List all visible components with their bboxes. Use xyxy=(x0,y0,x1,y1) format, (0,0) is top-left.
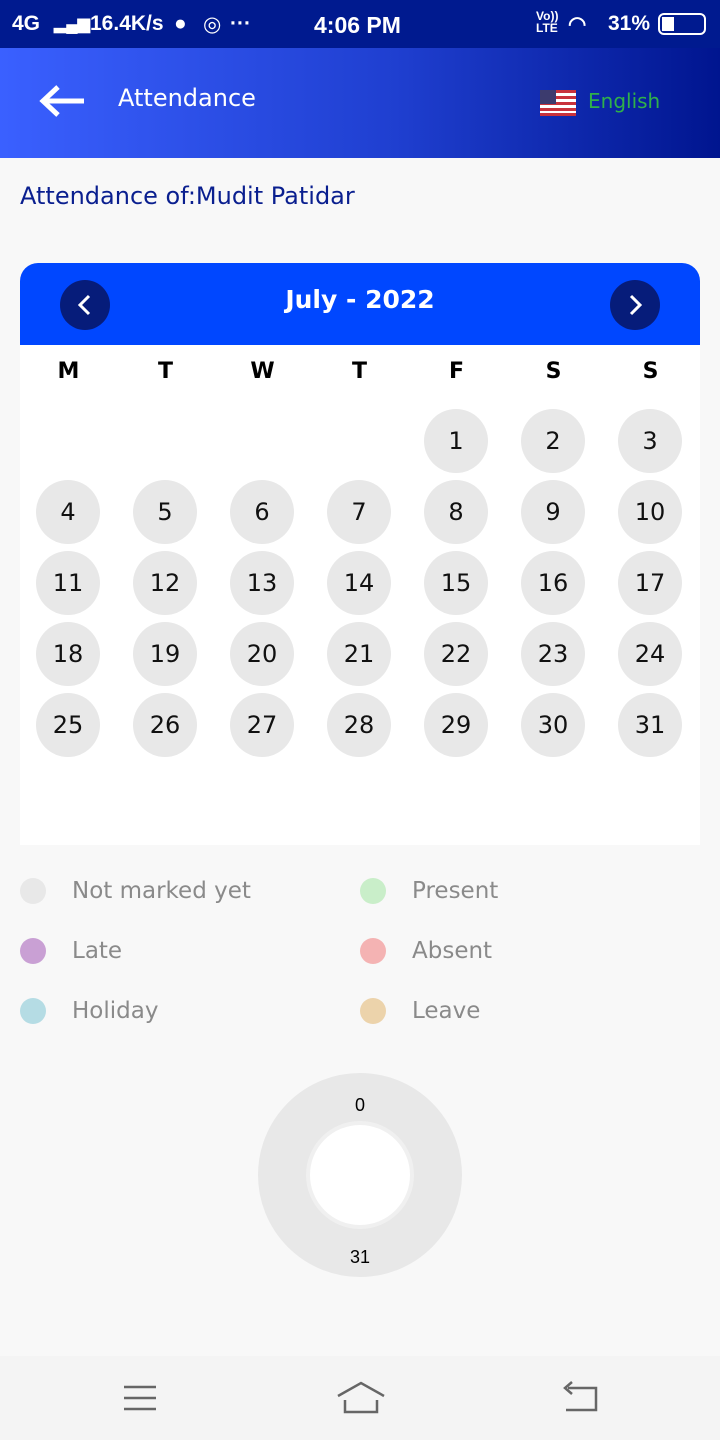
weekday-header: T xyxy=(157,359,173,384)
legend-label: Late xyxy=(72,938,123,964)
calendar-day[interactable]: 15 xyxy=(424,551,488,615)
calendar-day[interactable]: 2 xyxy=(521,409,585,473)
legend-label: Not marked yet xyxy=(72,878,251,904)
calendar-day[interactable]: 9 xyxy=(521,480,585,544)
app-bar: Attendance English xyxy=(0,48,720,158)
status-bar: 4G ▂▄▆ 16.4K/s ● ◎ ··· 4:06 PM Vo)) LTE … xyxy=(0,0,720,48)
legend-item: Leave xyxy=(360,998,480,1024)
weekday-header: T xyxy=(351,359,367,384)
back-nav-icon[interactable] xyxy=(560,1380,600,1414)
legend-item: Present xyxy=(360,878,498,904)
calendar-day[interactable]: 27 xyxy=(230,693,294,757)
calendar-day[interactable]: 29 xyxy=(424,693,488,757)
home-icon[interactable] xyxy=(336,1380,386,1414)
attendance-subtitle: Attendance of:Mudit Patidar xyxy=(20,182,355,210)
back-arrow-icon[interactable] xyxy=(38,84,86,118)
legend-item: Late xyxy=(20,938,122,964)
calendar-day[interactable]: 22 xyxy=(424,622,488,686)
language-selector[interactable]: English xyxy=(588,89,660,113)
system-nav-bar xyxy=(0,1356,720,1440)
calendar-day[interactable]: 7 xyxy=(327,480,391,544)
calendar-day[interactable]: 11 xyxy=(36,551,100,615)
calendar-day[interactable]: 25 xyxy=(36,693,100,757)
legend-dot xyxy=(360,998,386,1024)
battery-level: 31% xyxy=(608,12,651,35)
calendar-day[interactable]: 17 xyxy=(618,551,682,615)
network-type: 4G xyxy=(12,12,41,35)
calendar-day[interactable]: 28 xyxy=(327,693,391,757)
legend-item: Not marked yet xyxy=(20,878,251,904)
chevron-right-icon xyxy=(629,294,643,316)
calendar-day[interactable]: 20 xyxy=(230,622,294,686)
calendar-day[interactable]: 1 xyxy=(424,409,488,473)
calendar-day[interactable]: 26 xyxy=(133,693,197,757)
calendar-day[interactable]: 18 xyxy=(36,622,100,686)
menu-icon[interactable] xyxy=(122,1384,158,1412)
calendar-day[interactable]: 23 xyxy=(521,622,585,686)
page-title: Attendance xyxy=(118,84,256,112)
donut-label-bottom: 31 xyxy=(349,1247,371,1267)
calendar-day[interactable]: 30 xyxy=(521,693,585,757)
calendar-day[interactable]: 13 xyxy=(230,551,294,615)
calendar-day[interactable]: 12 xyxy=(133,551,197,615)
calendar-day[interactable]: 24 xyxy=(618,622,682,686)
legend-dot xyxy=(360,938,386,964)
lte-icon: Vo)) LTE xyxy=(536,9,559,35)
calendar-day[interactable]: 19 xyxy=(133,622,197,686)
calendar-day[interactable]: 10 xyxy=(618,480,682,544)
calendar-day[interactable]: 16 xyxy=(521,551,585,615)
calendar-day[interactable]: 14 xyxy=(327,551,391,615)
calendar-day[interactable]: 6 xyxy=(230,480,294,544)
us-flag-icon[interactable] xyxy=(540,90,576,116)
legend-label: Present xyxy=(412,878,499,904)
signal-icon: ▂▄▆ xyxy=(54,16,90,33)
legend-item: Absent xyxy=(360,938,492,964)
weekday-header: W xyxy=(250,359,275,384)
whatsapp-icon: ◎ xyxy=(203,13,222,36)
legend-label: Holiday xyxy=(72,998,159,1024)
wifi-icon: ◠ xyxy=(568,13,587,36)
calendar-day[interactable]: 3 xyxy=(618,409,682,473)
legend-label: Leave xyxy=(412,998,481,1024)
legend-item: Holiday xyxy=(20,998,158,1024)
donut-hole xyxy=(310,1125,410,1225)
weekday-header: S xyxy=(545,359,562,384)
battery-icon xyxy=(658,13,706,35)
next-month-button[interactable] xyxy=(610,280,660,330)
calendar-day[interactable]: 21 xyxy=(327,622,391,686)
legend-label: Absent xyxy=(412,938,493,964)
calendar-day[interactable]: 8 xyxy=(424,480,488,544)
legend-dot xyxy=(20,998,46,1024)
clock: 4:06 PM xyxy=(314,12,401,38)
weekday-header: M xyxy=(57,359,80,384)
calendar: July - 2022 M T W T F S S 1 2 3 4 5 6 7 8 9 10 11 12 13 14 15… xyxy=(20,263,700,845)
legend-dot xyxy=(360,878,386,904)
calendar-day[interactable]: 5 xyxy=(133,480,197,544)
weekday-header: F xyxy=(448,359,465,384)
donut-label-top: 0 xyxy=(354,1095,365,1115)
calendar-day[interactable]: 31 xyxy=(618,693,682,757)
legend-dot xyxy=(20,938,46,964)
calendar-day[interactable]: 4 xyxy=(36,480,100,544)
more-icon: ··· xyxy=(230,12,251,35)
chat-icon: ● xyxy=(174,12,187,35)
network-speed: 16.4K/s xyxy=(90,12,164,35)
legend-dot xyxy=(20,878,46,904)
calendar-header: July - 2022 xyxy=(20,263,700,345)
weekday-header: S xyxy=(642,359,659,384)
month-label: July - 2022 xyxy=(285,285,435,314)
